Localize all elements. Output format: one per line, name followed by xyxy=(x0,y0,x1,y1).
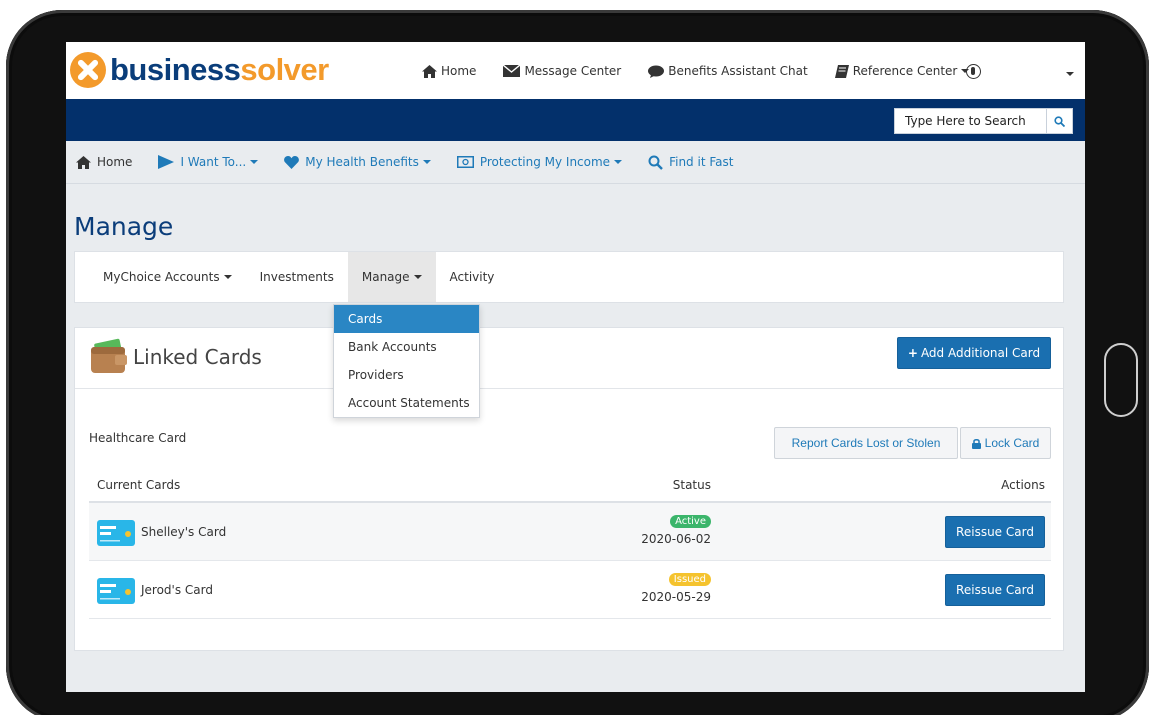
chevron-down-icon xyxy=(422,160,431,164)
mainnav-find-it-fast-link[interactable]: Find it Fast xyxy=(648,155,733,170)
top-header: businesssolver Home Message Center Benef… xyxy=(66,42,1085,99)
subnav-activity-link[interactable]: Activity xyxy=(436,252,509,302)
add-additional-card-button[interactable]: + Add Additional Card xyxy=(897,337,1051,369)
linked-cards-panel: Linked Cards + Add Additional Card Healt… xyxy=(74,327,1064,651)
healthcare-card-label: Healthcare Card xyxy=(89,431,187,445)
plus-icon: + xyxy=(907,346,918,360)
logo-mark-icon xyxy=(70,52,106,88)
topnav-reference-center-dropdown[interactable]: Reference Center xyxy=(834,64,970,78)
topnav-message-center-link[interactable]: Message Center xyxy=(503,64,621,78)
add-additional-card-label: Add Additional Card xyxy=(920,346,1041,360)
subnav-investments-label: Investments xyxy=(259,270,334,284)
businessolver-logo[interactable]: businesssolver xyxy=(70,52,329,88)
subnav-investments-link[interactable]: Investments xyxy=(246,252,348,302)
table-row: Jerod's Card Issued 2020-05-29 Reissue C… xyxy=(89,561,1051,619)
user-menu-chevron-down-icon[interactable] xyxy=(1066,72,1074,76)
col-header-status: Status xyxy=(672,478,711,492)
page-title: Manage xyxy=(74,212,174,241)
subnav-mychoice-accounts-dropdown[interactable]: MyChoice Accounts xyxy=(95,252,246,302)
table-header: Current Cards Status Actions xyxy=(89,467,1051,503)
home-icon xyxy=(76,155,91,169)
logo-text: businesssolver xyxy=(110,52,329,87)
mainnav-home-link[interactable]: Home xyxy=(76,155,132,169)
book-icon xyxy=(834,64,849,78)
topnav-chat-label: Benefits Assistant Chat xyxy=(668,64,808,78)
mainnav-protecting-income-dropdown[interactable]: Protecting My Income xyxy=(456,155,623,169)
chevron-down-icon xyxy=(614,160,623,164)
user-account-icon[interactable] xyxy=(966,64,981,79)
col-header-current-cards: Current Cards xyxy=(97,478,181,492)
mainnav-i-want-to-dropdown[interactable]: I Want To... xyxy=(158,155,259,169)
credit-card-icon xyxy=(97,520,135,546)
status-badge: Active xyxy=(670,515,711,528)
chevron-down-icon xyxy=(413,275,422,279)
subnav-activity-label: Activity xyxy=(449,270,495,284)
topnav-reference-center-label: Reference Center xyxy=(852,64,958,78)
status-date: 2020-05-29 xyxy=(641,590,711,604)
chevron-down-icon xyxy=(223,275,232,279)
card-name[interactable]: Shelley's Card xyxy=(141,525,226,539)
search-button[interactable] xyxy=(1046,109,1072,133)
play-arrow-icon xyxy=(158,155,175,169)
dropdown-item-providers[interactable]: Providers xyxy=(334,361,479,389)
search-icon xyxy=(648,155,663,170)
money-bill-icon xyxy=(456,156,474,168)
topnav-home-link[interactable]: Home xyxy=(422,64,476,78)
credit-card-icon xyxy=(97,578,135,604)
site-search xyxy=(894,108,1073,134)
mainnav-protecting-income-label: Protecting My Income xyxy=(479,155,611,169)
search-bar-strip xyxy=(66,99,1085,141)
chevron-down-icon xyxy=(250,160,259,164)
report-lost-stolen-button[interactable]: Report Cards Lost or Stolen xyxy=(774,427,958,459)
dropdown-item-account-statements[interactable]: Account Statements xyxy=(334,389,479,417)
chat-bubble-icon xyxy=(648,65,665,78)
account-subnav: MyChoice Accounts Investments Manage Act… xyxy=(74,251,1064,303)
main-nav: Home I Want To... My Health Benefits Pro… xyxy=(66,141,1085,184)
mainnav-home-label: Home xyxy=(97,155,133,169)
subnav-manage-label: Manage xyxy=(361,270,410,284)
search-icon xyxy=(1054,115,1065,127)
mainnav-health-benefits-label: My Health Benefits xyxy=(305,155,419,169)
lock-card-label: Lock Card xyxy=(984,436,1040,450)
reissue-card-button[interactable]: Reissue Card xyxy=(945,516,1045,548)
lock-icon xyxy=(971,438,981,449)
panel-title: Linked Cards xyxy=(133,345,262,369)
cards-table: Current Cards Status Actions Shelley's C… xyxy=(89,467,1051,619)
panel-header: Linked Cards + Add Additional Card xyxy=(75,328,1063,389)
card-name[interactable]: Jerod's Card xyxy=(141,583,213,597)
envelope-icon xyxy=(503,65,521,77)
topnav-chat-link[interactable]: Benefits Assistant Chat xyxy=(648,64,808,78)
app-screen: businesssolver Home Message Center Benef… xyxy=(66,42,1085,692)
mainnav-health-benefits-dropdown[interactable]: My Health Benefits xyxy=(284,155,431,169)
col-header-actions: Actions xyxy=(1001,478,1045,492)
mainnav-i-want-to-label: I Want To... xyxy=(180,155,247,169)
subnav-mychoice-label: MyChoice Accounts xyxy=(103,270,220,284)
topnav-message-center-label: Message Center xyxy=(524,64,622,78)
tablet-home-button xyxy=(1104,343,1138,417)
subnav-manage-dropdown[interactable]: Manage xyxy=(347,252,436,302)
table-row: Shelley's Card Active 2020-06-02 Reissue… xyxy=(89,503,1051,561)
dropdown-item-bank-accounts[interactable]: Bank Accounts xyxy=(334,333,479,361)
status-badge: Issued xyxy=(668,573,711,586)
topnav-home-label: Home xyxy=(441,64,477,78)
utility-nav: Home Message Center Benefits Assistant C… xyxy=(422,64,996,78)
dropdown-item-cards[interactable]: Cards xyxy=(334,305,479,333)
lock-card-button[interactable]: Lock Card xyxy=(960,427,1051,459)
wallet-icon xyxy=(91,338,127,373)
mainnav-find-it-fast-label: Find it Fast xyxy=(669,155,734,169)
home-icon xyxy=(422,64,437,78)
search-input[interactable] xyxy=(895,109,1046,133)
reissue-card-button[interactable]: Reissue Card xyxy=(945,574,1045,606)
manage-dropdown-menu: Cards Bank Accounts Providers Account St… xyxy=(333,304,480,418)
heart-icon xyxy=(284,155,300,169)
status-date: 2020-06-02 xyxy=(641,532,711,546)
